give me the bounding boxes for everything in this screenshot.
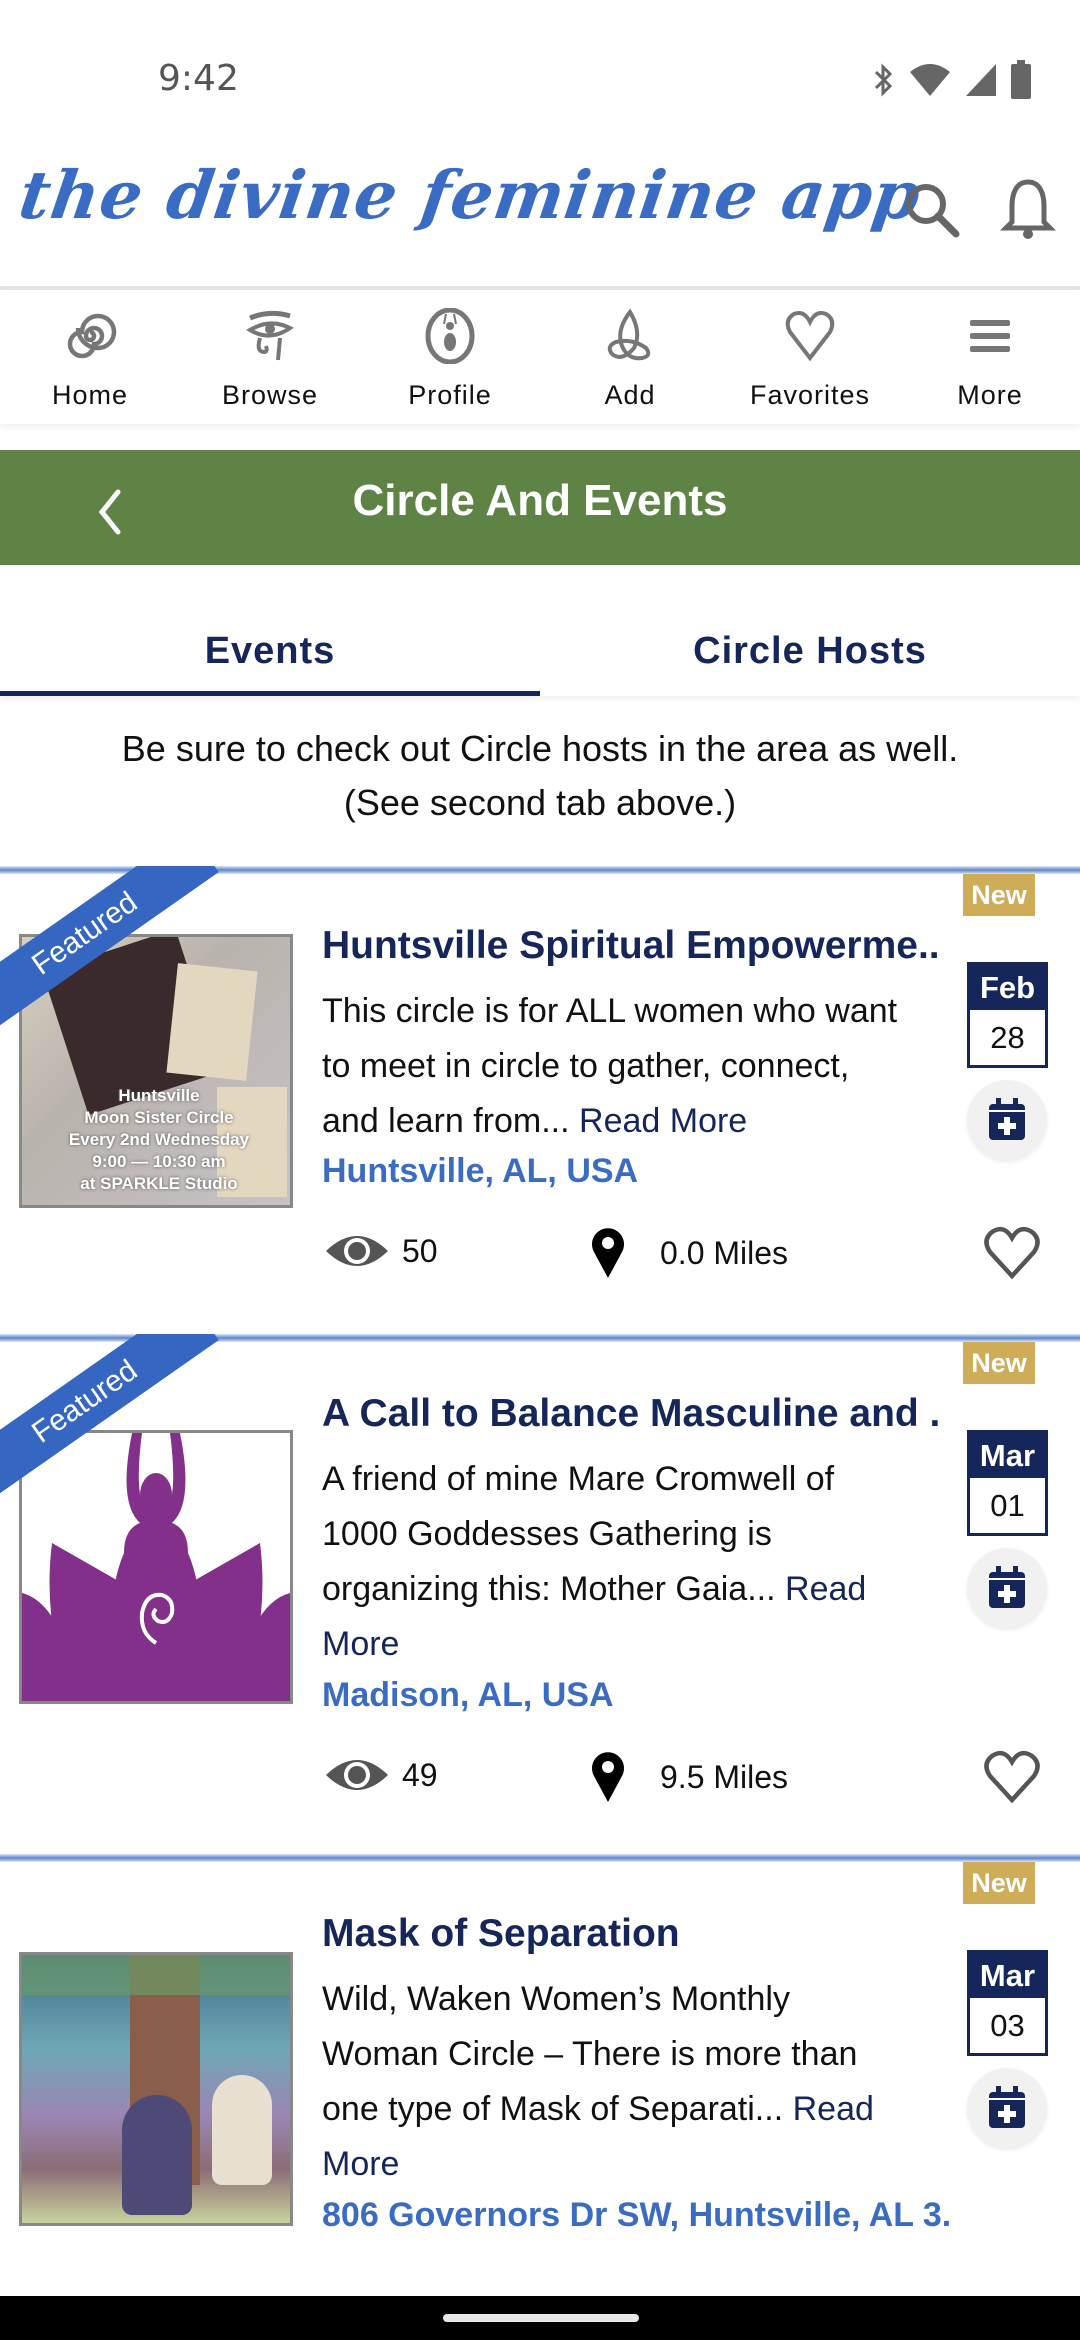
top-nav: Home Browse Profile Add Favorites More [0, 294, 1080, 424]
new-badge: New [963, 874, 1035, 916]
date-day: 01 [970, 1478, 1045, 1533]
date-day: 28 [970, 1010, 1045, 1065]
image-leaves [22, 1955, 290, 1995]
event-stats: 49 9.5 Miles [322, 1750, 1062, 1810]
event-location[interactable]: Madison, AL, USA [322, 1676, 952, 1715]
tab-events[interactable]: Events [0, 598, 540, 696]
event-description: Wild, Waken Women’s Monthly Woman Circle… [322, 1980, 874, 2183]
nav-label: More [957, 380, 1023, 410]
image-card [166, 963, 258, 1081]
image-figure [212, 2075, 272, 2185]
new-badge: New [963, 1862, 1035, 1904]
event-location[interactable]: 806 Governors Dr SW, Huntsville, AL 3... [322, 2196, 952, 2235]
heart-icon [785, 311, 835, 362]
app-logo[interactable]: the divine feminine app [15, 156, 926, 234]
event-description: A friend of mine Mare Cromwell of 1000 G… [322, 1460, 867, 1663]
event-card[interactable]: Huntsville Moon Sister Circle Every 2nd … [0, 866, 1080, 1336]
tab-circle-hosts[interactable]: Circle Hosts [540, 598, 1080, 696]
add-to-calendar-button[interactable] [967, 2068, 1047, 2148]
nav-label: Add [604, 380, 656, 410]
wifi-icon [910, 64, 950, 96]
add-to-calendar-button[interactable] [967, 1548, 1047, 1628]
date-month: Feb [970, 965, 1045, 1010]
date-box: Feb 28 [967, 962, 1048, 1068]
info-text: Be sure to check out Circle hosts in the… [121, 728, 959, 823]
date-day: 03 [970, 1998, 1045, 2053]
status-icons [872, 60, 1032, 100]
favorite-heart-icon[interactable] [982, 1750, 1042, 1804]
nav-item-profile[interactable]: Profile [360, 294, 540, 424]
distance: 9.5 Miles [590, 1750, 788, 1804]
event-title[interactable]: Huntsville Spiritual Empowerme... [322, 924, 942, 968]
event-card[interactable]: Featured New A Call to Balance Masculine… [0, 1334, 1080, 1854]
nav-item-browse[interactable]: Browse [180, 294, 360, 424]
system-nav-bar [0, 2296, 1080, 2340]
date-box: Mar 03 [967, 1950, 1048, 2056]
views-count: 50 [322, 1226, 438, 1276]
event-title[interactable]: Mask of Separation [322, 1912, 942, 1956]
nav-label: Browse [221, 380, 319, 410]
card-divider [0, 1854, 1080, 1862]
event-description: This circle is for ALL women who want to… [322, 992, 898, 1140]
nav-item-home[interactable]: Home [0, 294, 180, 424]
event-title[interactable]: A Call to Balance Masculine and ... [322, 1392, 942, 1436]
page-header: Circle And Events [0, 450, 1080, 565]
distance: 0.0 Miles [590, 1226, 788, 1280]
location-pin-icon [592, 1752, 624, 1802]
bluetooth-icon [874, 63, 893, 97]
date-box: Mar 01 [967, 1430, 1048, 1536]
triquetra-icon [607, 308, 651, 361]
favorite-heart-icon[interactable] [982, 1226, 1042, 1280]
nav-item-favorites[interactable]: Favorites [720, 294, 900, 424]
page-title: Circle And Events [352, 476, 728, 525]
event-location[interactable]: Huntsville, AL, USA [322, 1152, 952, 1191]
image-figure [122, 2095, 192, 2215]
event-stats: 50 0.0 Miles [322, 1226, 1062, 1286]
event-image[interactable] [19, 1430, 293, 1704]
bell-icon[interactable] [1000, 178, 1056, 242]
eye-icon [326, 1760, 388, 1790]
date-month: Mar [970, 1433, 1045, 1478]
event-image[interactable] [19, 1952, 293, 2226]
nav-label: Profile [408, 380, 492, 410]
location-pin-icon [592, 1228, 624, 1278]
status-time: 9:42 [158, 58, 239, 99]
tab-bar: Events Circle Hosts [0, 598, 1080, 696]
nav-label: Home [51, 380, 129, 410]
read-more-link[interactable]: Read More [579, 1102, 747, 1140]
nav-label: Favorites [749, 380, 871, 410]
views-count: 49 [322, 1750, 438, 1800]
eye-of-horus-icon [246, 310, 294, 361]
app-header: the divine feminine app [0, 150, 1080, 290]
status-bar: 9:42 [0, 0, 1080, 150]
search-icon[interactable] [902, 180, 962, 240]
signal-icon [966, 64, 996, 96]
battery-icon [1011, 60, 1031, 99]
calendar-plus-icon [989, 2086, 1025, 2128]
goddess-icon [425, 308, 475, 364]
date-month: Mar [970, 1953, 1045, 1998]
new-badge: New [963, 1342, 1035, 1384]
home-indicator[interactable] [443, 2314, 639, 2322]
menu-icon [970, 320, 1010, 352]
calendar-plus-icon [989, 1566, 1025, 1608]
image-caption: Huntsville Moon Sister Circle Every 2nd … [68, 1086, 250, 1193]
nav-item-more[interactable]: More [900, 294, 1080, 424]
event-card[interactable]: New Mask of Separation Wild, Waken Women… [0, 1854, 1080, 2296]
goddess-lotus-image [22, 1433, 290, 1701]
spiral-icon [67, 313, 117, 359]
eye-icon [326, 1236, 388, 1266]
nav-item-add[interactable]: Add [540, 294, 720, 424]
calendar-plus-icon [989, 1098, 1025, 1140]
add-to-calendar-button[interactable] [967, 1080, 1047, 1160]
